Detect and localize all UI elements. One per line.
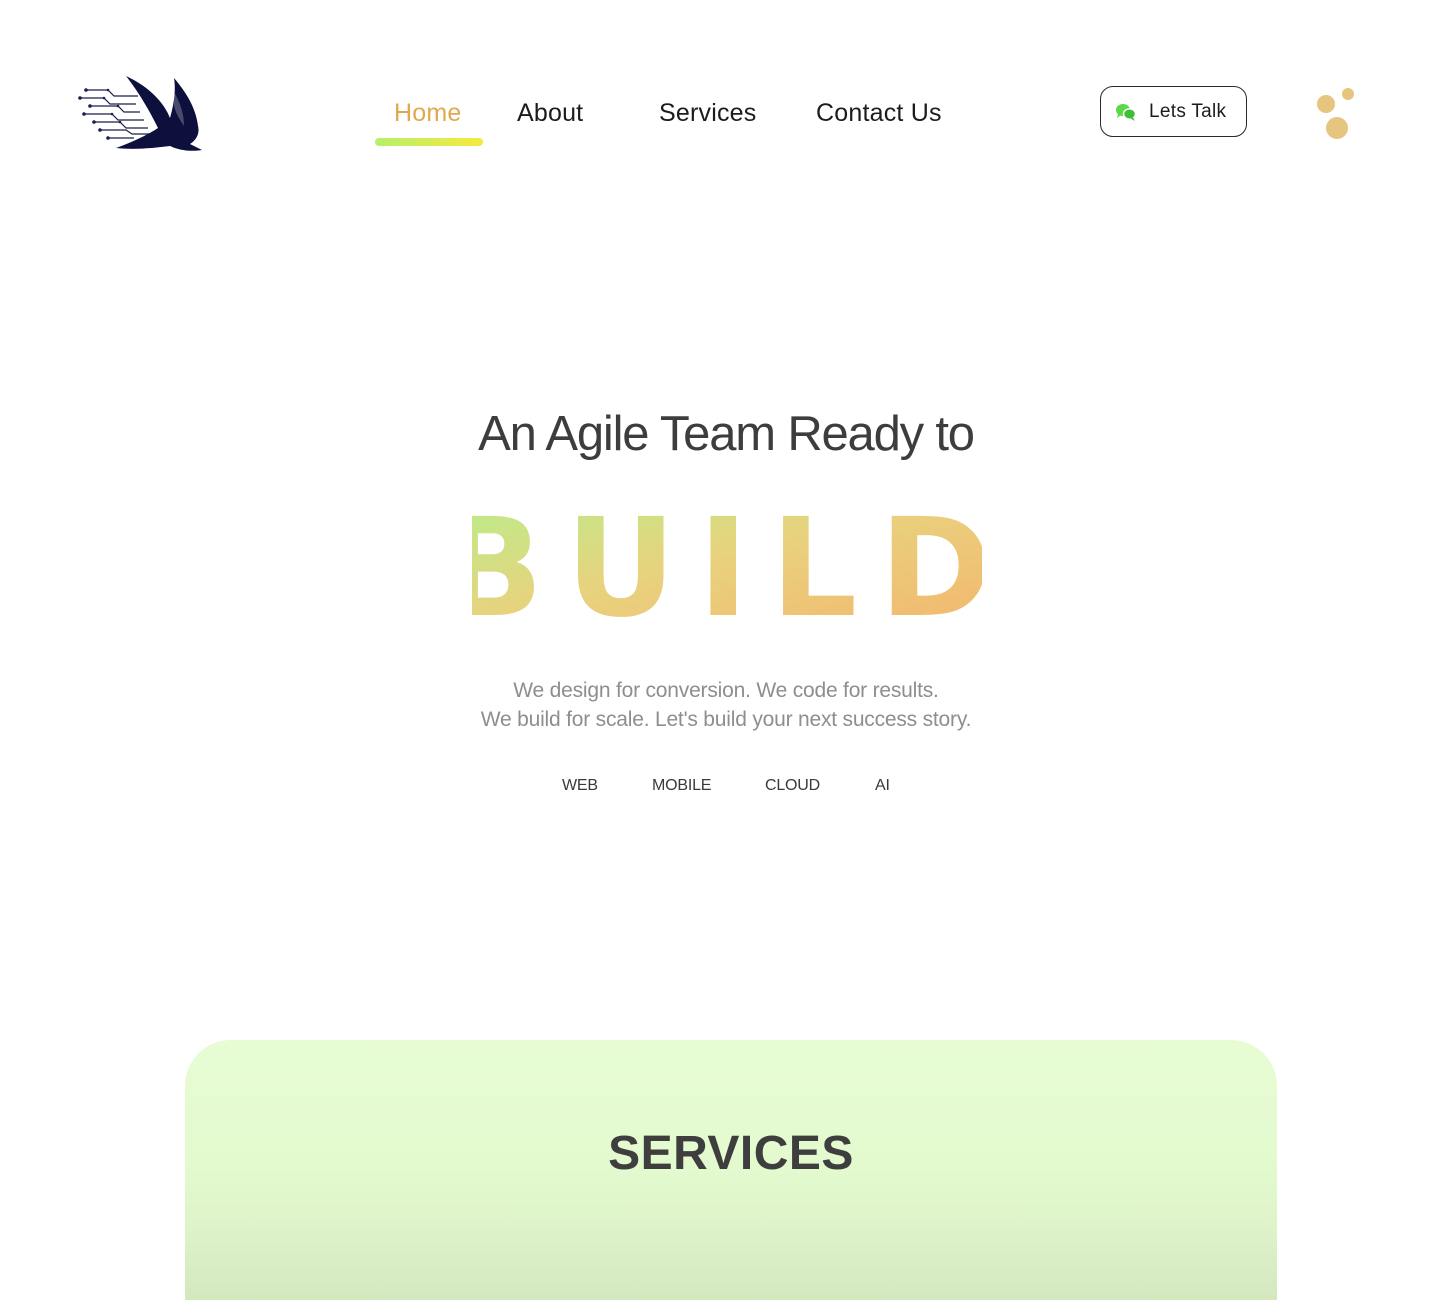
hero-highlight-word: BUILD: [472, 495, 982, 630]
nav-link-home[interactable]: Home: [394, 96, 462, 130]
nav-link-about[interactable]: About: [517, 96, 583, 130]
hero-subtitle: We design for conversion. We code for re…: [0, 676, 1452, 734]
site-header: Home About Services Contact Us Lets Talk: [0, 0, 1452, 200]
hero-subtitle-line-2: We build for scale. Let's build your nex…: [480, 708, 972, 731]
services-title: SERVICES: [608, 1127, 854, 1180]
build-word-text: BUILD: [472, 495, 982, 630]
tag-web: WEB: [562, 777, 598, 794]
lets-talk-button[interactable]: Lets Talk: [1100, 86, 1247, 137]
chat-bubbles-icon: [1115, 102, 1137, 122]
dots-menu-icon[interactable]: [1310, 84, 1362, 144]
hero-heading: An Agile Team Ready to: [478, 407, 975, 461]
lets-talk-label: Lets Talk: [1149, 100, 1227, 122]
nav-link-services[interactable]: Services: [659, 96, 756, 130]
tag-mobile: MOBILE: [652, 777, 712, 794]
tag-cloud: CLOUD: [765, 777, 821, 794]
hero-subtitle-line-1: We design for conversion. We code for re…: [513, 679, 939, 702]
capability-tags: WEB MOBILE CLOUD AI: [0, 776, 1452, 800]
tag-ai: AI: [875, 777, 890, 794]
active-nav-indicator: [375, 138, 483, 146]
services-section: SERVICES: [185, 1040, 1277, 1300]
nav-link-contact[interactable]: Contact Us: [816, 96, 942, 130]
